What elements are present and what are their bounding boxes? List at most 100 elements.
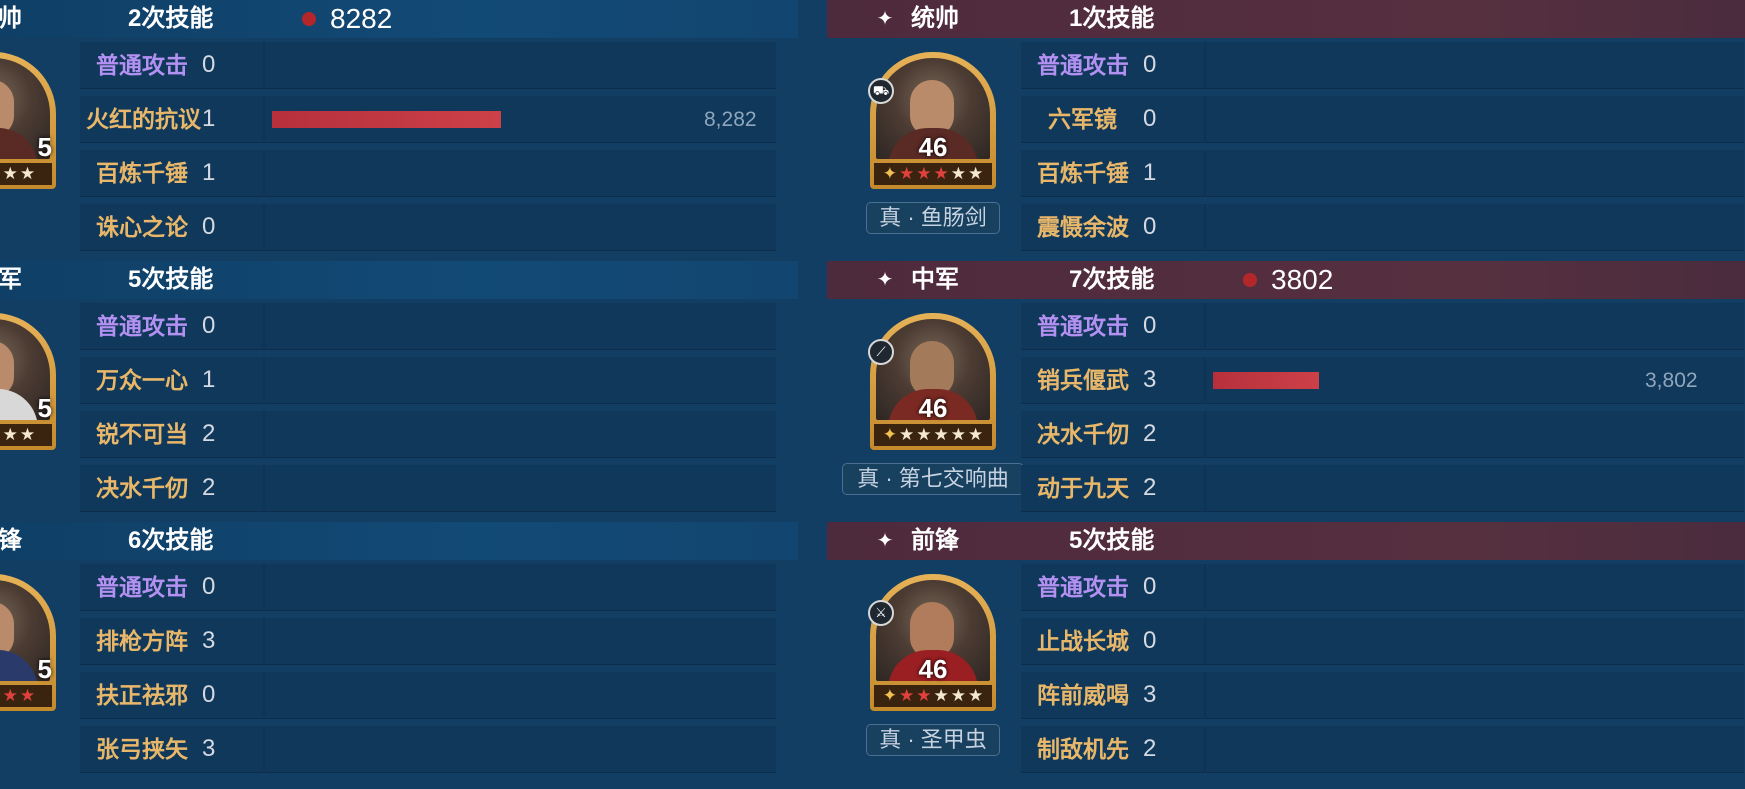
skill-row: 决水千仞 2 (1021, 411, 1744, 458)
general-section-center: ✦ 中军 7次技能 3802 46 ✦ ★ ★ ★ ★ ★ ⟋ 真 · 第七交响曲 普通攻… (827, 261, 1745, 522)
role-label: 前锋 (911, 527, 959, 554)
skill-row: 万众一心 1 (80, 357, 776, 404)
spear-icon: ⟋ (868, 339, 894, 365)
skill-uses: 3 (202, 735, 216, 762)
section-header: ✦ 前锋 5次技能 (827, 522, 1745, 560)
star-rating: ✦ ★ ★ ★ ★ ★ (874, 163, 992, 185)
general-level: 5 (37, 132, 52, 162)
chariot-icon: ⛟ (868, 78, 894, 104)
role-label: 军 (0, 266, 22, 293)
skill-name: 万众一心 (96, 367, 188, 393)
star-rating: ★★★★★ (0, 163, 52, 185)
skill-row: 诛心之论 0 (80, 204, 776, 251)
skill-uses: 0 (202, 312, 216, 339)
right-team-panel: ✦ 统帅 1次技能 46 ✦ ★ ★ ★ ★ ★ ⛟ 真 · 鱼肠剑 普通攻击 0 六军镜… (827, 0, 1745, 789)
skill-uses: 0 (202, 213, 216, 240)
role-label: 中军 (911, 266, 959, 293)
damage-value: 3,802 (1645, 369, 1698, 392)
skill-uses: 1 (202, 366, 216, 393)
general-level: 46 (918, 393, 948, 423)
skill-row: 张弓挟矢 3 (80, 726, 776, 773)
general-section-commander: ✦ 统帅 1次技能 46 ✦ ★ ★ ★ ★ ★ ⛟ 真 · 鱼肠剑 普通攻击 0 六军镜… (827, 0, 1745, 261)
star-rating: ✦ ★ ★ ★ ★ ★ (874, 685, 992, 707)
total-damage: 3802 (1271, 264, 1334, 295)
treasure-label[interactable]: 真 · 圣甲虫 (866, 724, 1000, 756)
star-rating: ✦ ★ ★ ★ ★ ★ (874, 424, 992, 446)
skill-name: 百炼千锤 (1037, 160, 1129, 186)
damage-dot-icon (302, 12, 316, 26)
skill-uses: 0 (1143, 312, 1157, 339)
skill-uses: 0 (202, 51, 216, 78)
general-portrait[interactable]: 46 ✦ ★ ★ ★ ★ ★ (870, 574, 996, 711)
star-rating: ★★★★★ (0, 424, 52, 446)
left-team-panel: 帅 2次技能 8282 5 ★★★★★ 普通攻击 0 火红的抗议 1 8,282… (0, 0, 798, 789)
skill-row: 火红的抗议 1 8,282 (80, 96, 776, 143)
skill-uses: 2 (1143, 735, 1157, 762)
skill-uses: 2 (202, 474, 216, 501)
skill-row: 扶正祛邪 0 (80, 672, 776, 719)
general-section-vanguard: 锋 6次技能 5 ★★★★★ 普通攻击 0 排枪方阵 3 扶正祛邪 0 张弓挟矢… (0, 522, 798, 783)
skill-uses: 0 (1143, 213, 1157, 240)
skill-row: 销兵偃武 3 3,802 (1021, 357, 1744, 404)
treasure-label[interactable]: 真 · 第七交响曲 (842, 463, 1024, 495)
skill-uses: 3 (1143, 681, 1157, 708)
damage-bar (272, 111, 501, 128)
skill-name: 普通攻击 (1037, 52, 1129, 78)
skill-row: 普通攻击 0 (1021, 564, 1744, 611)
skill-row: 普通攻击 0 (80, 42, 776, 89)
skill-name: 普通攻击 (96, 313, 188, 339)
skill-uses: 2 (202, 420, 216, 447)
skill-count: 2次技能 (128, 5, 214, 32)
skill-name: 六军镜 (1048, 106, 1117, 132)
section-header: ✦ 中军 7次技能 3802 (827, 261, 1745, 299)
skill-row: 百炼千锤 1 (80, 150, 776, 197)
treasure-label[interactable]: 真 · 鱼肠剑 (866, 202, 1000, 234)
general-level: 46 (918, 132, 948, 162)
skill-row: 阵前威喝 3 (1021, 672, 1744, 719)
skill-name: 锐不可当 (96, 421, 188, 447)
role-label: 锋 (0, 527, 22, 554)
skill-name: 止战长城 (1037, 628, 1129, 654)
skill-name: 百炼千锤 (96, 160, 188, 186)
section-header: 锋 6次技能 (0, 522, 798, 560)
role-label: 统帅 (911, 5, 959, 32)
role-label: 帅 (0, 5, 22, 32)
skill-uses: 3 (202, 627, 216, 654)
skill-count: 5次技能 (128, 266, 214, 293)
skill-name: 决水千仞 (96, 475, 188, 501)
skill-name: 张弓挟矢 (96, 736, 188, 762)
general-section-center: 军 5次技能 5 ★★★★★ 普通攻击 0 万众一心 1 锐不可当 2 决水千仞… (0, 261, 798, 522)
skill-name: 阵前威喝 (1037, 682, 1129, 708)
general-portrait[interactable]: 5 ★★★★★ (0, 313, 56, 450)
skill-row: 百炼千锤 1 (1021, 150, 1744, 197)
general-portrait[interactable]: 5 ★★★★★ (0, 574, 56, 711)
skill-uses: 0 (202, 573, 216, 600)
section-header: 军 5次技能 (0, 261, 798, 299)
sparkle-icon: ✦ (876, 8, 894, 30)
general-portrait[interactable]: 46 ✦ ★ ★ ★ ★ ★ (870, 52, 996, 189)
star-rating: ★★★★★ (0, 685, 52, 707)
skill-name: 动于九天 (1037, 475, 1129, 501)
skill-row: 锐不可当 2 (80, 411, 776, 458)
skill-uses: 0 (1143, 627, 1157, 654)
skill-uses: 1 (202, 159, 216, 186)
skill-row: 止战长城 0 (1021, 618, 1744, 665)
sparkle-icon: ✦ (876, 530, 894, 552)
skill-uses: 1 (1143, 159, 1157, 186)
section-header: 帅 2次技能 8282 (0, 0, 798, 38)
skill-row: 普通攻击 0 (1021, 42, 1744, 89)
damage-bar (1213, 372, 1319, 389)
general-section-vanguard: ✦ 前锋 5次技能 46 ✦ ★ ★ ★ ★ ★ ⚔ 真 · 圣甲虫 普通攻击 0 止战长… (827, 522, 1745, 783)
skill-name: 普通攻击 (1037, 313, 1129, 339)
skill-uses: 0 (1143, 573, 1157, 600)
skill-count: 7次技能 (1069, 266, 1155, 293)
general-portrait[interactable]: 5 ★★★★★ (0, 52, 56, 189)
skill-row: 动于九天 2 (1021, 465, 1744, 512)
skill-uses: 2 (1143, 420, 1157, 447)
skill-name: 普通攻击 (96, 574, 188, 600)
skill-row: 决水千仞 2 (80, 465, 776, 512)
general-level: 46 (918, 654, 948, 684)
skill-name: 排枪方阵 (96, 628, 188, 654)
skill-row: 普通攻击 0 (1021, 303, 1744, 350)
general-portrait[interactable]: 46 ✦ ★ ★ ★ ★ ★ (870, 313, 996, 450)
